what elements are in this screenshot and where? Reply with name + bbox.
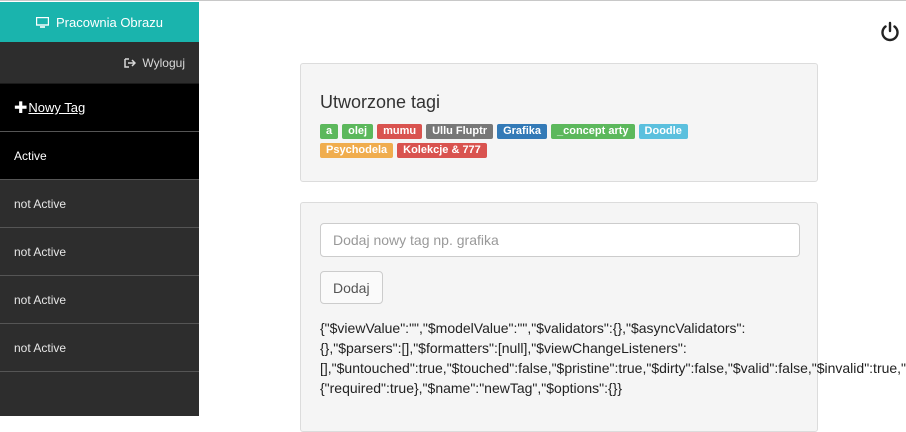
tag-label[interactable]: Doodle xyxy=(638,124,688,139)
sidebar-item-active[interactable]: Active xyxy=(0,132,199,180)
debug-line: {"required":true},"$name":"newTag","$opt… xyxy=(320,380,623,396)
tag-list: a olej mumu Ullu Fluptr Grafika _concept arty… xyxy=(320,124,760,158)
sidebar-item-not-active[interactable]: not Active xyxy=(0,324,199,372)
panel-title: Utworzone tagi xyxy=(320,92,441,112)
logout-icon xyxy=(124,57,137,68)
power-icon[interactable] xyxy=(879,21,901,43)
sidebar-item-label: not Active xyxy=(14,244,67,259)
brand-label: Pracownia Obrazu xyxy=(56,14,163,30)
logout-link[interactable]: Wyloguj xyxy=(0,42,199,84)
tag-label[interactable]: Psychodela xyxy=(320,143,394,158)
add-button[interactable]: Dodaj xyxy=(320,271,383,304)
tag-label[interactable]: a xyxy=(320,124,339,139)
created-tags-panel: Utworzone tagi a olej mumu Ullu Fluptr Grafi… xyxy=(300,63,818,182)
sidebar-item-not-active[interactable]: not Active xyxy=(0,228,199,276)
sidebar-item-not-active[interactable]: not Active xyxy=(0,180,199,228)
sidebar-item-label: not Active xyxy=(14,292,67,307)
brand-link[interactable]: Pracownia Obrazu xyxy=(0,2,199,42)
logout-label: Wyloguj xyxy=(142,55,185,70)
sidebar-item-label: not Active xyxy=(14,340,67,355)
debug-line: {},"$parsers":[],"$formatters":[null],"$… xyxy=(320,340,687,356)
new-tag-label: Nowy Tag xyxy=(28,100,86,115)
debug-output: {"$viewValue":"","$modelValue":"","$vali… xyxy=(320,318,906,398)
tag-label[interactable]: Kolekcje & 777 xyxy=(397,143,487,158)
new-tag-link[interactable]: ✚ Nowy Tag xyxy=(0,84,199,132)
tag-label[interactable]: olej xyxy=(342,124,374,139)
tag-label[interactable]: Grafika xyxy=(497,124,547,139)
add-tag-panel: Dodaj {"$viewValue":"","$modelValue":"",… xyxy=(300,202,906,432)
tag-label[interactable]: mumu xyxy=(377,124,423,139)
debug-line: [],"$untouched":true,"$touched":false,"$… xyxy=(320,360,906,376)
tag-label[interactable]: _concept arty xyxy=(551,124,635,139)
sidebar-item-not-active[interactable]: not Active xyxy=(0,276,199,324)
plus-icon: ✚ xyxy=(14,99,28,117)
sidebar: Pracownia Obrazu Wyloguj ✚ Nowy Tag Acti… xyxy=(0,2,199,416)
new-tag-input[interactable] xyxy=(320,223,800,257)
tag-label[interactable]: Ullu Fluptr xyxy=(426,124,494,139)
sidebar-item-label: Active xyxy=(14,148,47,163)
debug-line: {"$viewValue":"","$modelValue":"","$vali… xyxy=(320,320,746,336)
monitor-icon xyxy=(36,16,50,28)
sidebar-item-label: not Active xyxy=(14,196,67,211)
